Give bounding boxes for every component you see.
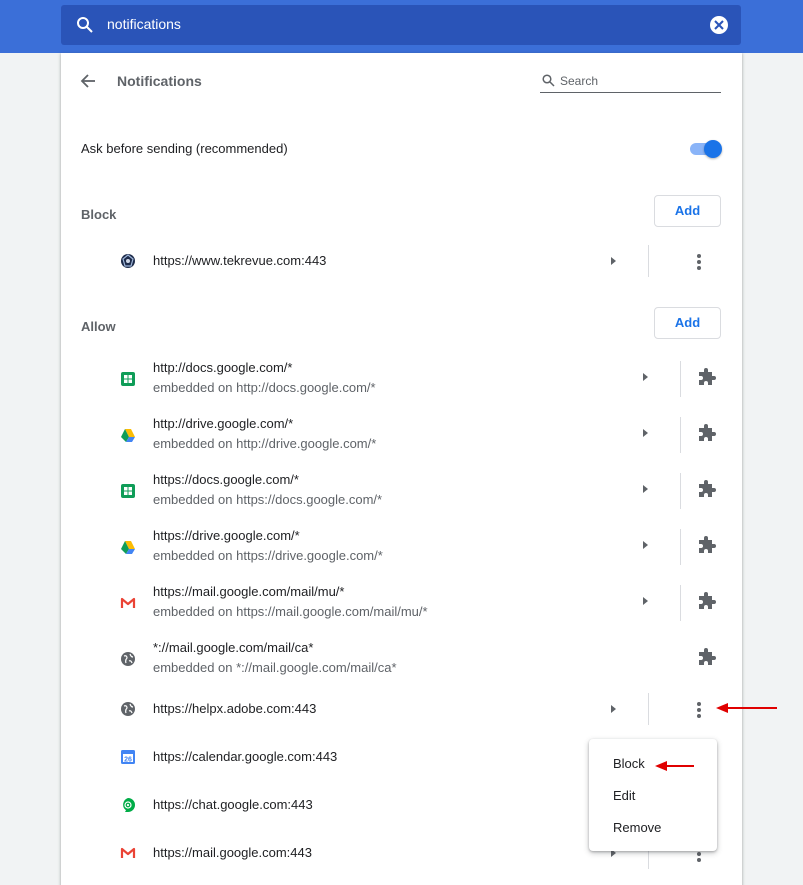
site-details-arrow-icon[interactable] — [643, 597, 648, 605]
annotation-arrow-icon — [655, 761, 694, 771]
site-row[interactable]: https://www.tekrevue.com:443 — [61, 244, 742, 278]
settings-search-box[interactable]: notifications — [61, 5, 741, 45]
ask-before-sending-toggle[interactable] — [688, 140, 722, 158]
puzzle-extension-icon — [699, 536, 716, 553]
divider — [680, 417, 681, 453]
more-actions-icon[interactable] — [697, 702, 701, 718]
back-arrow-icon[interactable] — [79, 72, 99, 90]
puzzle-extension-icon — [699, 592, 716, 609]
google-calendar-icon: 26 — [121, 750, 135, 764]
annotation-arrow-icon — [716, 703, 777, 713]
block-section-label: Block — [81, 207, 117, 222]
site-embedded-label: embedded on https://mail.google.com/mail… — [153, 604, 428, 619]
gmail-icon — [120, 847, 136, 858]
site-url: https://mail.google.com:443 — [153, 845, 312, 860]
site-url: http://drive.google.com/* — [153, 416, 294, 431]
search-field[interactable] — [540, 71, 721, 93]
google-sheets-icon — [121, 484, 135, 498]
site-details-arrow-icon[interactable] — [611, 257, 616, 265]
top-bar: notifications — [0, 0, 803, 53]
site-url: *://mail.google.com/mail/ca* — [153, 640, 314, 655]
page-title: Notifications — [117, 73, 202, 89]
site-embedded-label: embedded on http://docs.google.com/* — [153, 380, 376, 395]
globe-icon — [121, 652, 135, 666]
puzzle-extension-icon — [699, 648, 716, 665]
google-drive-icon — [121, 429, 135, 442]
globe-icon — [121, 702, 135, 716]
gmail-icon — [120, 597, 136, 608]
site-row[interactable]: https://mail.google.com/mail/mu/* embedd… — [61, 579, 742, 629]
search-icon — [77, 17, 93, 33]
menu-item-edit[interactable]: Edit — [613, 788, 635, 803]
site-details-arrow-icon[interactable] — [643, 429, 648, 437]
menu-item-block[interactable]: Block — [613, 756, 645, 771]
site-details-arrow-icon[interactable] — [611, 705, 616, 713]
subpage-header: Notifications — [61, 53, 742, 109]
menu-item-remove[interactable]: Remove — [613, 820, 661, 835]
site-embedded-label: embedded on *://mail.google.com/mail/ca* — [153, 660, 397, 675]
divider — [680, 361, 681, 397]
site-details-arrow-icon[interactable] — [643, 373, 648, 381]
site-row[interactable]: http://drive.google.com/* embedded on ht… — [61, 411, 742, 461]
divider — [680, 529, 681, 565]
site-embedded-label: embedded on http://drive.google.com/* — [153, 436, 377, 451]
site-row[interactable]: https://docs.google.com/* embedded on ht… — [61, 467, 742, 517]
divider — [680, 585, 681, 621]
site-row[interactable]: *://mail.google.com/mail/ca* embedded on… — [61, 635, 742, 685]
site-row[interactable]: http://docs.google.com/* embedded on htt… — [61, 355, 742, 405]
puzzle-extension-icon — [699, 368, 716, 385]
toggle-knob — [704, 140, 722, 158]
divider — [648, 693, 649, 725]
puzzle-extension-icon — [699, 480, 716, 497]
google-chat-icon — [123, 798, 135, 812]
add-allow-button[interactable]: Add — [654, 307, 721, 339]
site-url: https://calendar.google.com:443 — [153, 749, 338, 764]
clear-search-button[interactable] — [710, 16, 728, 34]
site-url: https://mail.google.com/mail/mu/* — [153, 584, 345, 599]
site-embedded-label: embedded on https://drive.google.com/* — [153, 548, 383, 563]
site-url: https://docs.google.com/* — [153, 472, 299, 487]
site-row[interactable]: https://helpx.adobe.com:443 — [61, 692, 742, 726]
calendar-day-text: 26 — [124, 756, 132, 763]
search-icon — [542, 74, 555, 87]
site-details-arrow-icon[interactable] — [643, 485, 648, 493]
site-embedded-label: embedded on https://docs.google.com/* — [153, 492, 383, 507]
site-url: https://helpx.adobe.com:443 — [153, 701, 317, 716]
divider — [648, 245, 649, 277]
site-actions-menu: Block Edit Remove — [589, 739, 717, 851]
site-url: https://chat.google.com:443 — [153, 797, 313, 812]
site-url: https://drive.google.com/* — [153, 528, 300, 543]
site-details-arrow-icon[interactable] — [643, 541, 648, 549]
site-row[interactable]: https://drive.google.com/* embedded on h… — [61, 523, 742, 573]
site-url: http://docs.google.com/* — [153, 360, 293, 375]
google-drive-icon — [121, 541, 135, 554]
settings-search-input[interactable]: notifications — [107, 16, 181, 32]
divider — [680, 473, 681, 509]
more-actions-icon[interactable] — [697, 254, 701, 270]
tekrevue-favicon-icon — [121, 254, 135, 268]
search-input[interactable] — [560, 71, 718, 91]
add-block-button[interactable]: Add — [654, 195, 721, 227]
google-sheets-icon — [121, 372, 135, 386]
site-url: https://www.tekrevue.com:443 — [153, 253, 327, 268]
puzzle-extension-icon — [699, 424, 716, 441]
allow-section-label: Allow — [81, 319, 116, 334]
close-icon — [714, 20, 724, 30]
ask-before-sending-label: Ask before sending (recommended) — [81, 141, 288, 156]
